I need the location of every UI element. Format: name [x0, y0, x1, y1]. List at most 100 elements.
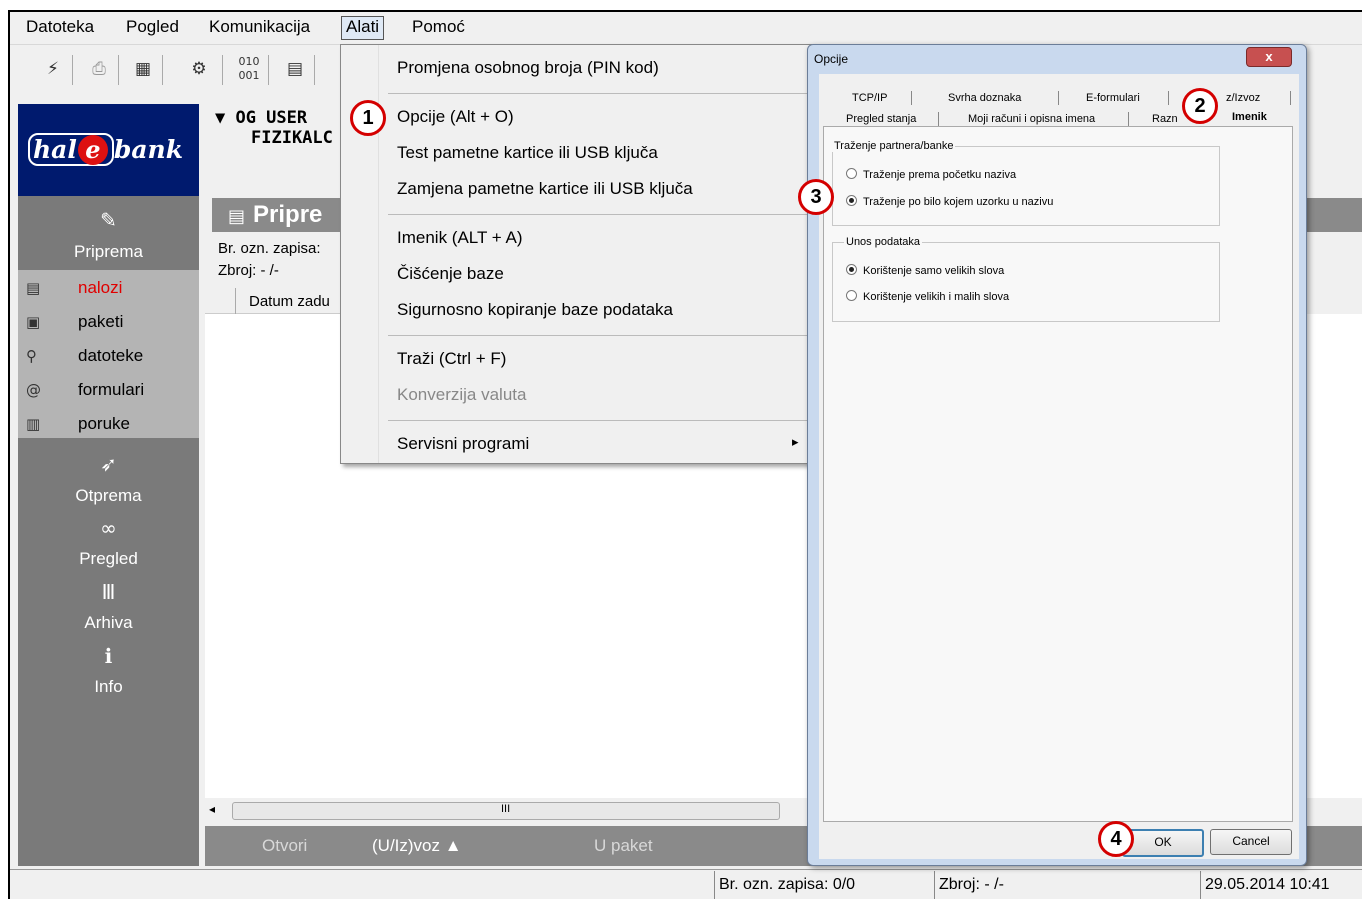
tab-imenik[interactable]: Imenik	[1232, 111, 1267, 123]
menu-item-test-card[interactable]: Test pametne kartice ili USB ključa	[397, 143, 658, 163]
menu-item-imenik[interactable]: Imenik (ALT + A)	[397, 228, 523, 248]
status-sum: Zbroj: - /-	[934, 871, 1205, 899]
radio-mixed-case[interactable]: Korištenje velikih i malih slova	[846, 290, 1009, 303]
inout-button[interactable]: (U/Iz)voz ▲	[372, 836, 462, 856]
menu-item-backup-db[interactable]: Sigurnosno kopiranje baze podataka	[397, 300, 673, 320]
settings-icon[interactable]: ⚙	[186, 55, 212, 83]
book-icon[interactable]: ▦	[130, 55, 156, 83]
cancel-button[interactable]: Cancel	[1210, 829, 1292, 855]
tab-separator	[1168, 91, 1169, 105]
page-title: ▤ Pripre	[228, 201, 323, 228]
group-title-data-entry: Unos podataka	[844, 236, 922, 248]
tab-e-formulari[interactable]: E-formulari	[1086, 92, 1140, 104]
new-order-icon: ▤	[228, 206, 246, 227]
sidebar-item-paketi[interactable]: ▣ paketi	[26, 312, 123, 336]
menu-item-replace-card[interactable]: Zamjena pametne kartice ili USB ključa	[397, 179, 693, 199]
menu-item-pin-change[interactable]: Promjena osobnog broja (PIN kod)	[397, 58, 659, 78]
menu-pogled[interactable]: Pogled	[126, 17, 179, 37]
toolbar-separator	[162, 55, 163, 85]
sidebar-item-datoteke[interactable]: ⚲ datoteke	[26, 346, 143, 370]
menu-item-clean-db[interactable]: Čišćenje baze	[397, 264, 504, 284]
tab-separator	[1128, 112, 1129, 126]
column-header-datum[interactable]: Datum zadu	[249, 293, 330, 310]
radio-search-any[interactable]: Traženje po bilo kojem uzorku u nazivu	[846, 195, 1053, 208]
tab-razno[interactable]: Razn	[1152, 113, 1178, 125]
binary-icon[interactable]: 010 001	[236, 55, 262, 83]
tab-separator	[938, 112, 939, 126]
table-header: Datum zadu	[205, 288, 345, 314]
tab-separator	[911, 91, 912, 105]
tab-pregled-stanja[interactable]: Pregled stanja	[846, 113, 916, 125]
callout-3: 3	[798, 179, 834, 215]
form-icon: @	[26, 381, 41, 399]
toolbar-separator	[72, 55, 73, 85]
send-icon: ➶	[100, 452, 117, 476]
group-data-entry	[832, 242, 1220, 322]
tab-uvoz-izvoz[interactable]: z/Izvoz	[1226, 92, 1260, 104]
radio-uppercase-only[interactable]: Korištenje samo velikih slova	[846, 264, 1004, 277]
open-button[interactable]: Otvori	[262, 836, 307, 856]
radio-unchecked-icon	[846, 290, 857, 301]
sidebar-item-formulari[interactable]: @ formulari	[26, 380, 144, 404]
menu-item-opcije[interactable]: Opcije (Alt + O)	[397, 107, 514, 127]
logo-text: hal e bank	[28, 130, 193, 176]
toolbar-separator	[118, 55, 119, 85]
sidebar-item-nalozi[interactable]: ▤ nalozi	[26, 278, 122, 302]
group-partner-search	[832, 146, 1220, 226]
dialog-title: Opcije	[814, 52, 849, 66]
radio-search-start[interactable]: Traženje prema početku naziva	[846, 168, 1016, 181]
menu-komunikacija[interactable]: Komunikacija	[209, 17, 310, 37]
submenu-arrow-icon: ▸	[792, 434, 799, 449]
tab-tcpip[interactable]: TCP/IP	[852, 92, 887, 104]
package-icon: ▣	[26, 313, 41, 331]
ok-button[interactable]: OK	[1122, 829, 1204, 857]
search-icon: ⚲	[26, 347, 37, 365]
sidebar-item-poruke[interactable]: ▥ poruke	[26, 414, 130, 438]
menu-item-search[interactable]: Traži (Ctrl + F)	[397, 349, 506, 369]
group-title-partner-search: Traženje partnera/banke	[832, 140, 956, 152]
message-icon: ▥	[26, 415, 41, 433]
print-icon[interactable]: ⎙	[86, 55, 112, 83]
toolbar-separator	[268, 55, 269, 85]
menu-separator	[388, 420, 808, 421]
radio-unchecked-icon	[846, 168, 857, 179]
close-button[interactable]: x	[1246, 47, 1292, 67]
tab-svrha-doznaka[interactable]: Svrha doznaka	[948, 92, 1021, 104]
sidebar-section-priprema[interactable]: Priprema	[18, 242, 199, 262]
callout-4: 4	[1098, 821, 1134, 857]
edit-icon: ✎	[100, 208, 117, 232]
to-package-button[interactable]: U paket	[594, 836, 653, 856]
menu-pomoc[interactable]: Pomoć	[412, 17, 465, 37]
sidebar-section-arhiva[interactable]: Arhiva	[18, 613, 199, 633]
document-icon[interactable]: ▤	[282, 55, 308, 83]
sidebar-section-pregled[interactable]: Pregled	[18, 549, 199, 569]
status-records: Br. ozn. zapisa: 0/0	[714, 871, 939, 899]
menu-separator	[388, 335, 808, 336]
menu-separator	[388, 214, 808, 215]
menubar: Datoteka Pogled Komunikacija Alati Pomoć	[10, 12, 1362, 44]
connect-icon[interactable]: ⚡	[40, 55, 66, 83]
tab-separator	[1290, 91, 1291, 105]
tab-panel-imenik	[823, 126, 1293, 822]
menu-alati[interactable]: Alati	[341, 16, 385, 40]
toolbar-separator	[222, 55, 223, 85]
tab-moji-racuni[interactable]: Moji računi i opisna imena	[968, 113, 1095, 125]
sidebar-section-otprema[interactable]: Otprema	[18, 486, 199, 506]
sum-label: Zbroj: - /-	[218, 262, 279, 279]
radio-checked-icon	[846, 195, 857, 206]
binoculars-icon: ∞	[100, 516, 117, 540]
callout-2: 2	[1182, 88, 1218, 124]
menu-datoteka[interactable]: Datoteka	[26, 17, 94, 37]
sidebar-section-info[interactable]: Info	[18, 677, 199, 697]
scroll-left-icon[interactable]: ◂	[209, 802, 215, 816]
scrollbar-thumb[interactable]: III	[232, 802, 780, 820]
archive-icon: Ⅲ	[101, 580, 116, 604]
status-datetime: 29.05.2014 10:41	[1200, 871, 1355, 899]
tab-separator	[1058, 91, 1059, 105]
menu-item-service-programs[interactable]: Servisni programi	[397, 434, 529, 454]
menu-separator	[388, 93, 808, 94]
scroll-grip: III	[501, 803, 511, 815]
toolbar-separator	[314, 55, 315, 85]
info-icon: ℹ	[104, 644, 113, 668]
callout-1: 1	[350, 100, 386, 136]
